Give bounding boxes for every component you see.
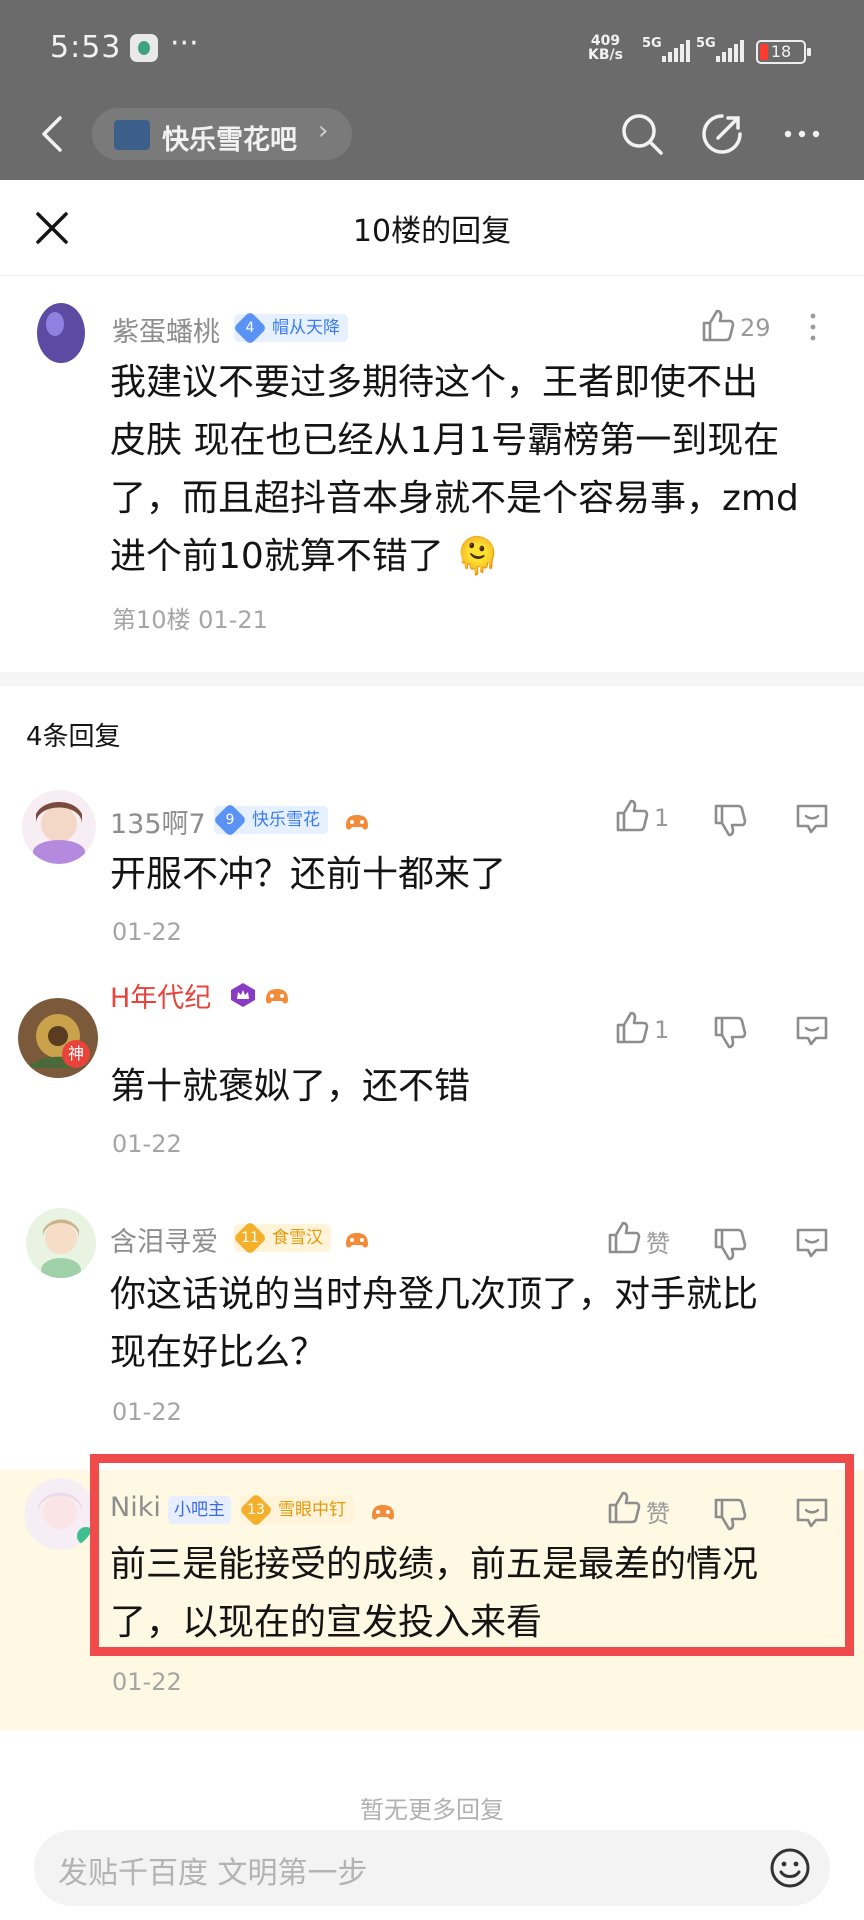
like-count: 29 — [740, 314, 771, 342]
signal-icon — [662, 40, 692, 62]
reply-text-line: 第十就褒姒了，还不错 — [110, 1066, 471, 1107]
badge-title: 食雪汉 — [272, 1228, 323, 1248]
chevron-right-icon: › — [318, 116, 329, 146]
game-controller-icon — [346, 815, 368, 830]
reply-input[interactable]: 发贴千百度 文明第一步 — [34, 1830, 830, 1906]
reply-count: 4条回复 — [26, 722, 121, 752]
game-controller-icon — [346, 1233, 368, 1248]
sim2-label: 5G — [696, 36, 716, 51]
badge-title: 快乐雪花 — [252, 810, 320, 830]
emoji-icon[interactable] — [768, 1846, 812, 1890]
forum-top-nav: 快乐雪花吧 › — [0, 100, 864, 180]
comment-icon[interactable] — [794, 800, 830, 836]
post-meta: 第10楼 01-21 — [112, 606, 268, 634]
sheet-header: 10楼的回复 — [0, 180, 864, 276]
thumbs-up-icon[interactable] — [614, 798, 650, 834]
post-text-line: 皮肤 现在也已经从1月1号霸榜第一到现在 — [110, 420, 780, 461]
reply-text: 你这话说的当时舟登几次顶了，对手就比 现在好比么？ — [110, 1266, 758, 1382]
username[interactable]: H年代纪 — [110, 976, 211, 1015]
status-overflow: ··· — [170, 26, 199, 61]
annotation-highlight-box — [90, 1454, 854, 1656]
game-controller-icon — [266, 989, 288, 1004]
screen: 5:53 ··· 409 KB/s 5G 5G 18 快乐雪花吧 › 10楼的回… — [0, 0, 864, 1920]
thumbs-down-icon[interactable] — [712, 802, 748, 838]
post-text-line: 了，而且超抖音本身就不是个容易事，zmd — [110, 478, 799, 519]
sheet-title: 10楼的回复 — [352, 214, 512, 249]
thumbs-up-icon[interactable] — [606, 1220, 642, 1256]
network-speed-unit: KB/s — [588, 47, 623, 63]
level-number: 11 — [241, 1230, 259, 1246]
avatar[interactable] — [22, 790, 96, 864]
comment-icon[interactable] — [794, 1012, 830, 1048]
app-notification-icon — [130, 34, 158, 62]
status-time: 5:53 — [50, 30, 122, 65]
forum-chip[interactable]: 快乐雪花吧 › — [92, 108, 352, 160]
level-number: 9 — [225, 812, 235, 828]
avatar[interactable] — [18, 998, 98, 1078]
more-icon[interactable] — [778, 110, 826, 158]
post-text-line: 进个前10就算不错了 🫠 — [110, 536, 501, 577]
username[interactable]: 含泪寻爱 — [110, 1220, 218, 1259]
like-label: 赞 — [646, 1230, 670, 1258]
reply-input-placeholder: 发贴千百度 文明第一步 — [58, 1856, 368, 1891]
reply-text: 开服不冲？还前十都来了 — [110, 846, 506, 904]
compose-icon[interactable] — [698, 110, 746, 158]
status-bar: 5:53 ··· 409 KB/s 5G 5G 18 — [0, 0, 864, 100]
level-badge: 11 食雪汉 — [233, 1221, 331, 1255]
avatar-tag: 神 — [62, 1040, 90, 1068]
reply-text: 第十就褒姒了，还不错 — [110, 1058, 470, 1116]
thumbs-down-icon[interactable] — [712, 1226, 748, 1262]
reply-sheet: 10楼的回复 紫蛋蟠桃 4 帽从天降 29 我建议不要过多期待这个，王者即使不出… — [0, 180, 864, 1920]
thumbs-up-icon[interactable] — [614, 1010, 650, 1046]
thumbs-up-icon[interactable] — [700, 308, 736, 344]
network-speed-value: 409 — [590, 33, 621, 49]
thumbs-down-icon[interactable] — [712, 1014, 748, 1050]
avatar[interactable] — [24, 1478, 96, 1550]
avatar[interactable] — [26, 296, 96, 366]
more-vertical-icon[interactable] — [798, 312, 828, 342]
comment-icon[interactable] — [794, 1224, 830, 1260]
reply-date: 01-22 — [112, 918, 182, 946]
reply-text-line: 开服不冲？还前十都来了 — [110, 854, 507, 895]
battery-level: 18 — [770, 42, 792, 61]
level-number: 4 — [245, 320, 255, 336]
section-divider — [0, 672, 864, 686]
post-text-line: 我建议不要过多期待这个，王者即使不出 — [110, 362, 759, 403]
like-count: 1 — [654, 1016, 670, 1044]
badge-title: 帽从天降 — [272, 318, 340, 338]
crown-badge-icon — [231, 983, 255, 1007]
reply-text-line: 现在好比么？ — [110, 1332, 327, 1373]
reply-date: 01-22 — [112, 1130, 182, 1158]
username[interactable]: 紫蛋蟠桃 — [112, 310, 220, 349]
reply-text-line: 你这话说的当时舟登几次顶了，对手就比 — [110, 1274, 759, 1315]
sim1-label: 5G — [642, 36, 662, 51]
level-badge: 4 帽从天降 — [233, 311, 348, 345]
reply-date: 01-22 — [112, 1398, 182, 1426]
forum-name: 快乐雪花吧 — [162, 125, 297, 156]
post-text: 我建议不要过多期待这个，王者即使不出 皮肤 现在也已经从1月1号霸榜第一到现在 … — [110, 354, 799, 586]
no-more-replies: 暂无更多回复 — [360, 1796, 504, 1824]
level-badge: 9 快乐雪花 — [213, 803, 328, 837]
signal-icon-2 — [716, 40, 746, 62]
network-speed: 409 KB/s — [588, 34, 623, 62]
battery-icon: 18 — [756, 40, 811, 64]
back-icon[interactable] — [34, 114, 74, 154]
username[interactable]: 135啊7 — [110, 802, 206, 841]
search-icon[interactable] — [618, 110, 666, 158]
avatar[interactable] — [26, 1208, 96, 1278]
forum-avatar — [114, 120, 150, 150]
reply-date: 01-22 — [112, 1668, 182, 1696]
like-count: 1 — [654, 804, 670, 832]
